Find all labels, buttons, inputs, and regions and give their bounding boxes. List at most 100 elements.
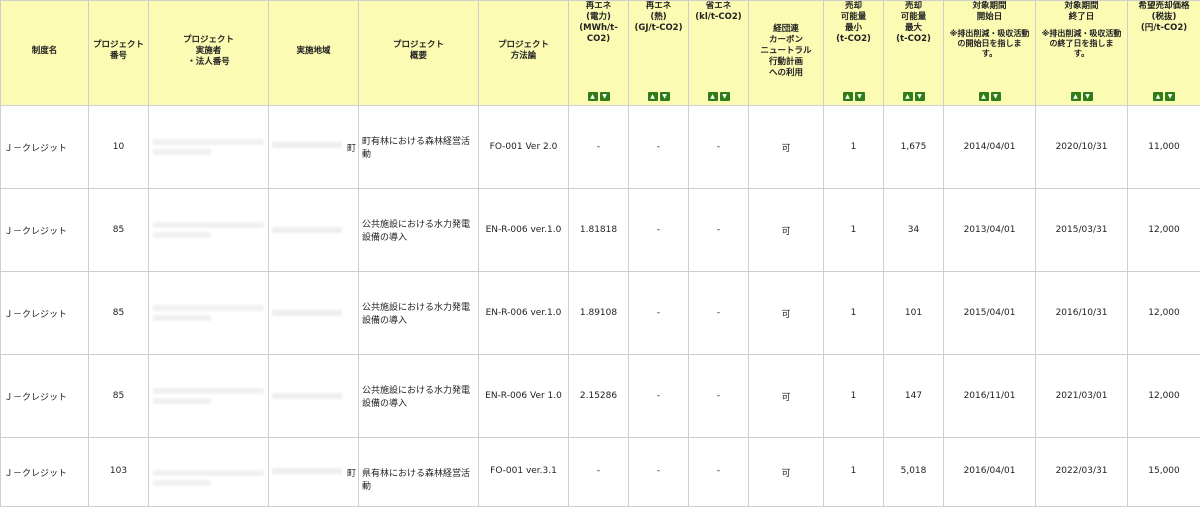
- cell-method: FO-001 ver.3.1: [478, 437, 569, 507]
- cell-period-start: 2015/04/01: [943, 271, 1036, 355]
- column-header-energy_saving: 省エネ (kl/t-CO2) ▲ ▼: [688, 0, 749, 106]
- column-header-label: 売却 可能量 最大 (t-CO2): [896, 1, 931, 45]
- column-header-label: 制度名: [31, 45, 58, 56]
- sort-descending-icon[interactable]: ▼: [1082, 92, 1093, 101]
- cell-project-no: 85: [88, 188, 149, 272]
- column-header-project_no: プロジェクト 番号: [88, 0, 149, 106]
- cell-re-power: -: [568, 437, 629, 507]
- credit-table: 制度名 プロジェクト 番号 プロジェクト 実施者 ・法人番号 実施地域 プロジェクト 概…: [0, 0, 1200, 507]
- column-header-label: 希望売却価格 (税抜) (円/t-CO2): [1138, 1, 1190, 34]
- sort-ascending-icon[interactable]: ▲: [842, 92, 853, 101]
- sort-descending-icon[interactable]: ▼: [914, 92, 925, 101]
- sort-ascending-icon[interactable]: ▲: [1070, 92, 1081, 101]
- cell-system: Ｊ－クレジット: [0, 188, 89, 272]
- cell-sell-max: 101: [883, 271, 944, 355]
- column-header-summary: プロジェクト 概要: [358, 0, 479, 106]
- cell-price: 12,000: [1127, 188, 1200, 272]
- cell-re-power: -: [568, 105, 629, 189]
- sort-descending-icon[interactable]: ▼: [659, 92, 670, 101]
- cell-period-start: 2013/04/01: [943, 188, 1036, 272]
- cell-price: 15,000: [1127, 437, 1200, 507]
- redacted-text: [153, 305, 264, 311]
- column-header-method: プロジェクト 方法論: [478, 0, 569, 106]
- redacted-text: [153, 139, 264, 145]
- cell-area: [268, 271, 359, 355]
- cell-implementer: [148, 188, 269, 272]
- column-header-system: 制度名: [0, 0, 89, 106]
- cell-project-no: 85: [88, 354, 149, 438]
- cell-keidanren: 可: [748, 188, 824, 272]
- cell-re-heat: -: [628, 188, 689, 272]
- cell-energy-saving: -: [688, 271, 749, 355]
- column-header-sell_min: 売却 可能量 最小 (t-CO2) ▲ ▼: [823, 0, 884, 106]
- column-header-note: ※排出削減・吸収活動 の終了日を指しま す。: [1041, 29, 1122, 58]
- sort-descending-icon[interactable]: ▼: [854, 92, 865, 101]
- column-header-sell_max: 売却 可能量 最大 (t-CO2) ▲ ▼: [883, 0, 944, 106]
- column-header-label: 再エネ (熱) (GJ/t-CO2): [634, 1, 683, 34]
- sort-controls: ▲ ▼: [1037, 92, 1127, 101]
- sort-ascending-icon[interactable]: ▲: [707, 92, 718, 101]
- cell-energy-saving: -: [688, 105, 749, 189]
- table-row: Ｊ－クレジット 85 公共施設における水力発電設備の導入 EN-R-006 Ver 1…: [0, 354, 1200, 438]
- column-header-note: ※排出削減・吸収活動 の開始日を指しま す。: [949, 29, 1030, 58]
- sort-ascending-icon[interactable]: ▲: [1153, 92, 1163, 101]
- cell-price: 12,000: [1127, 354, 1200, 438]
- column-header-period_start: 対象期間 開始日 ※排出削減・吸収活動 の開始日を指しま す。 ▲ ▼: [943, 0, 1036, 106]
- cell-sell-max: 1,675: [883, 105, 944, 189]
- sort-ascending-icon[interactable]: ▲: [647, 92, 658, 101]
- cell-project-no: 10: [88, 105, 149, 189]
- cell-area: 町: [268, 105, 359, 189]
- redacted-text: [272, 142, 342, 148]
- column-header-period_end: 対象期間 終了日 ※排出削減・吸収活動 の終了日を指しま す。 ▲ ▼: [1035, 0, 1128, 106]
- redacted-text: [272, 467, 342, 474]
- redacted-text: [153, 222, 264, 228]
- cell-re-heat: -: [628, 437, 689, 507]
- sort-controls: ▲ ▼: [945, 92, 1035, 101]
- cell-method: EN-R-006 Ver 1.0: [478, 354, 569, 438]
- cell-method: EN-R-006 ver.1.0: [478, 188, 569, 272]
- redacted-text: [153, 470, 264, 476]
- sort-descending-icon[interactable]: ▼: [599, 92, 610, 101]
- cell-area: 町: [268, 437, 359, 507]
- table-row: Ｊ－クレジット 103 町県有林における森林経営活動 FO-001 ver.3.1- -…: [0, 437, 1200, 507]
- cell-re-power: 1.89108: [568, 271, 629, 355]
- cell-energy-saving: -: [688, 188, 749, 272]
- cell-price: 12,000: [1127, 271, 1200, 355]
- cell-re-power: 1.81818: [568, 188, 629, 272]
- cell-period-end: 2016/10/31: [1035, 271, 1128, 355]
- redacted-text: [153, 315, 211, 321]
- table-row: Ｊ－クレジット 10 町町有林における森林経営活動 FO-001 Ver 2.0- - -…: [0, 105, 1200, 189]
- cell-keidanren: 可: [748, 105, 824, 189]
- redacted-text: [153, 388, 264, 394]
- column-header-label: 実施地域: [296, 45, 331, 56]
- sort-ascending-icon[interactable]: ▲: [902, 92, 913, 101]
- cell-area: [268, 354, 359, 438]
- redacted-text: [153, 232, 211, 238]
- cell-system: Ｊ－クレジット: [0, 271, 89, 355]
- cell-keidanren: 可: [748, 437, 824, 507]
- cell-summary: 公共施設における水力発電設備の導入: [358, 354, 479, 438]
- cell-project-no: 103: [88, 437, 149, 507]
- cell-keidanren: 可: [748, 354, 824, 438]
- cell-period-start: 2014/04/01: [943, 105, 1036, 189]
- column-header-label: 再エネ (電力) (MWh/t-CO2): [579, 1, 618, 45]
- sort-descending-icon[interactable]: ▼: [719, 92, 730, 101]
- cell-system: Ｊ－クレジット: [0, 437, 89, 507]
- column-header-keidanren: 経団連 カーボン ニュートラル 行動計画 への利用: [748, 0, 824, 106]
- cell-implementer: [148, 437, 269, 507]
- sort-descending-icon[interactable]: ▼: [1165, 92, 1175, 101]
- column-header-label: 省エネ (kl/t-CO2): [695, 1, 742, 23]
- sort-ascending-icon[interactable]: ▲: [587, 92, 598, 101]
- sort-controls: ▲ ▼: [630, 92, 688, 101]
- cell-energy-saving: -: [688, 354, 749, 438]
- sort-descending-icon[interactable]: ▼: [990, 92, 1001, 101]
- cell-implementer: [148, 105, 269, 189]
- column-header-area: 実施地域: [268, 0, 359, 106]
- cell-system: Ｊ－クレジット: [0, 354, 89, 438]
- cell-project-no: 85: [88, 271, 149, 355]
- cell-sell-min: 1: [823, 105, 884, 189]
- cell-price: 11,000: [1127, 105, 1200, 189]
- cell-sell-max: 34: [883, 188, 944, 272]
- cell-implementer: [148, 354, 269, 438]
- sort-ascending-icon[interactable]: ▲: [978, 92, 989, 101]
